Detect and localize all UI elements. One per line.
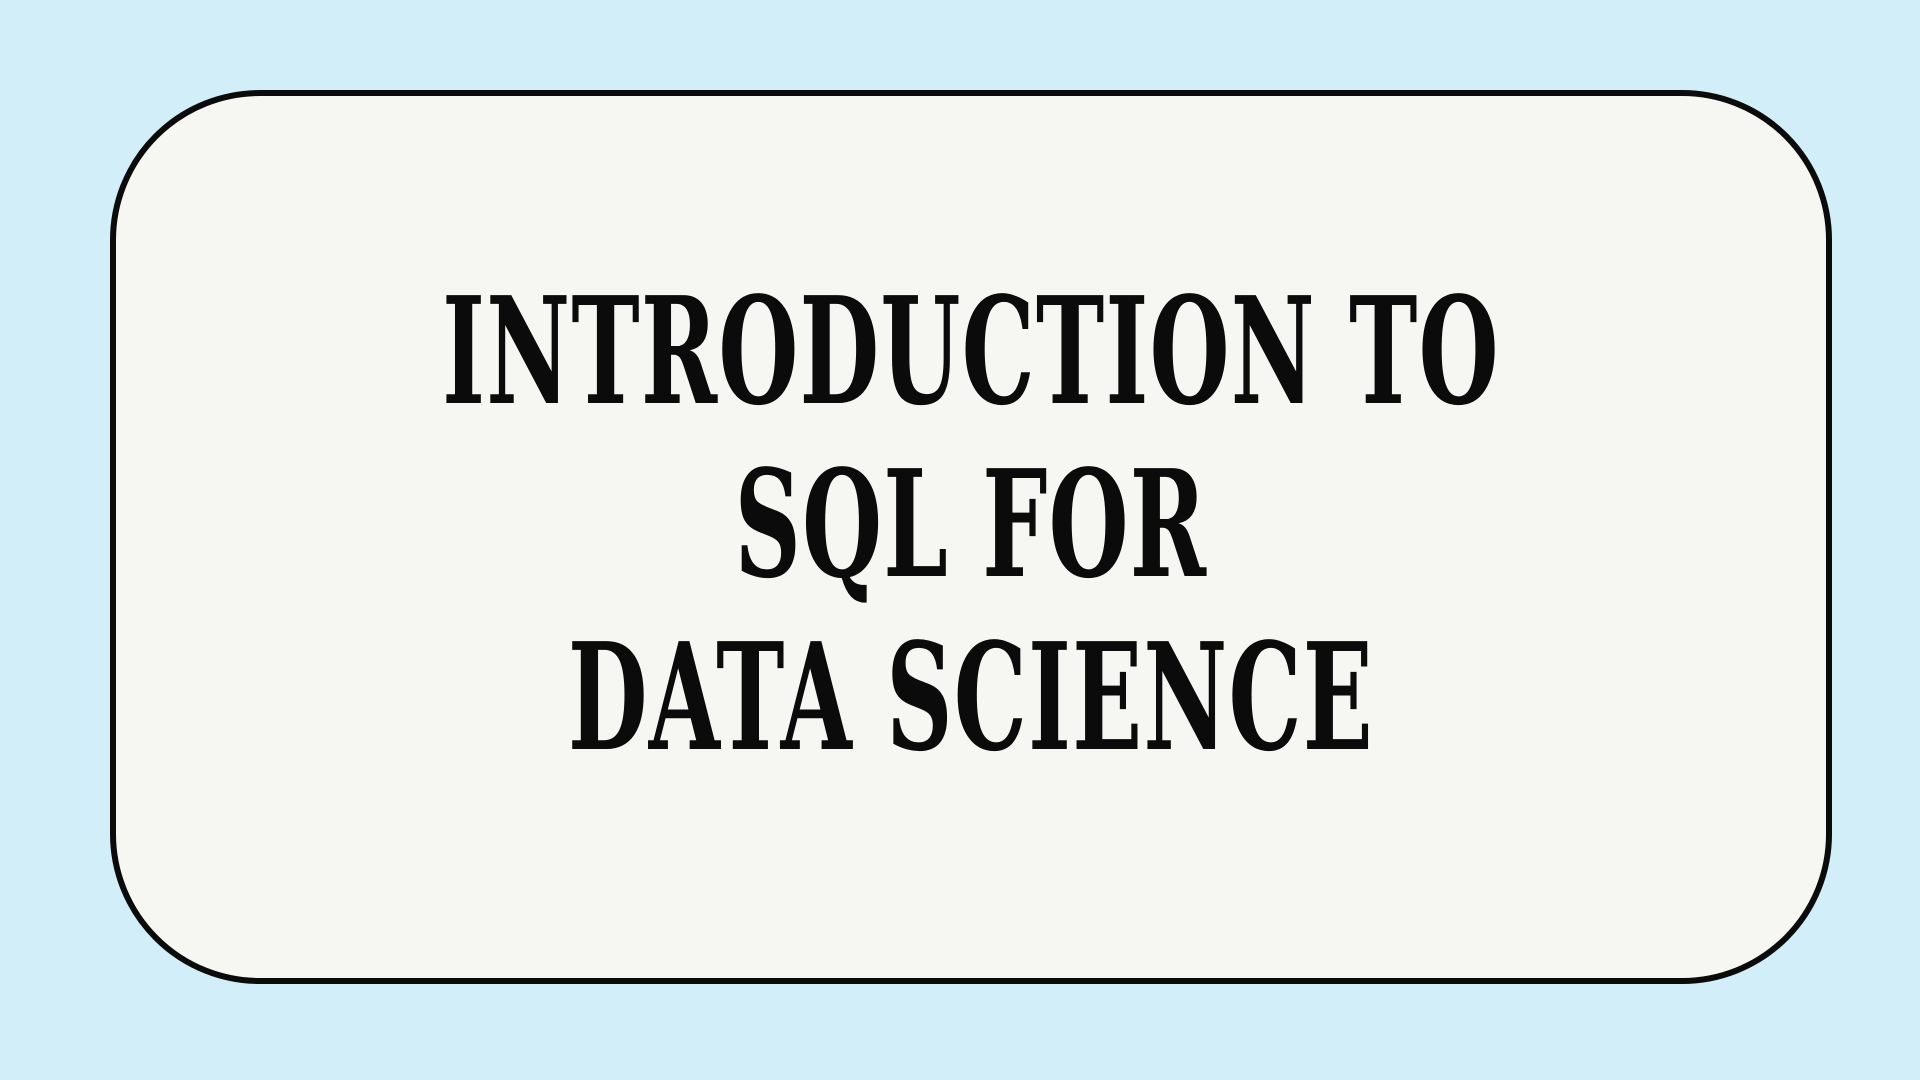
slide-canvas: INTRODUCTION TO SQL FOR DATA SCIENCE xyxy=(0,0,1920,1080)
title-line-3: DATA SCIENCE xyxy=(567,609,1375,784)
title-text: INTRODUCTION TO SQL FOR DATA SCIENCE xyxy=(442,263,1500,784)
title-line-2: SQL FOR xyxy=(734,436,1208,611)
title-line-1: INTRODUCTION TO xyxy=(442,263,1500,438)
title-card: INTRODUCTION TO SQL FOR DATA SCIENCE xyxy=(110,90,1832,984)
